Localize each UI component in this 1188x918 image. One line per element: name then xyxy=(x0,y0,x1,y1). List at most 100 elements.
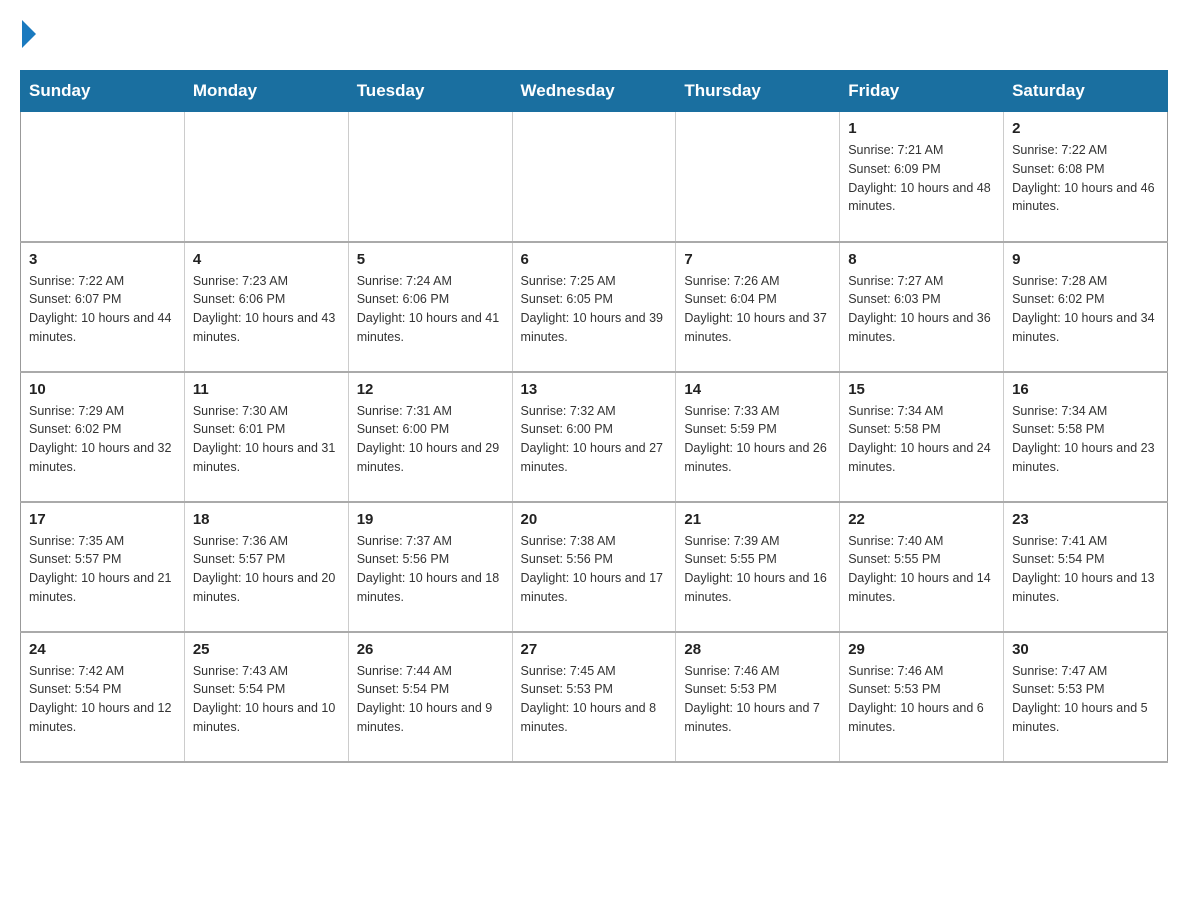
day-number: 16 xyxy=(1012,381,1159,398)
calendar-cell: 28 Sunrise: 7:46 AMSunset: 5:53 PMDayligh… xyxy=(676,632,840,762)
calendar-cell: 21 Sunrise: 7:39 AMSunset: 5:55 PMDayligh… xyxy=(676,502,840,632)
day-number: 15 xyxy=(848,381,995,398)
logo xyxy=(20,20,40,50)
day-info: Sunrise: 7:22 AMSunset: 6:07 PMDaylight:… xyxy=(29,272,176,347)
day-number: 8 xyxy=(848,251,995,268)
day-info: Sunrise: 7:25 AMSunset: 6:05 PMDaylight:… xyxy=(521,272,668,347)
day-number: 23 xyxy=(1012,511,1159,528)
day-info: Sunrise: 7:39 AMSunset: 5:55 PMDaylight:… xyxy=(684,532,831,607)
day-info: Sunrise: 7:38 AMSunset: 5:56 PMDaylight:… xyxy=(521,532,668,607)
header-wednesday: Wednesday xyxy=(512,71,676,112)
calendar-header-row: SundayMondayTuesdayWednesdayThursdayFrid… xyxy=(21,71,1168,112)
day-number: 25 xyxy=(193,641,340,658)
calendar-cell: 30Sunrise: 7:47 AMSunset: 5:53 PMDayligh… xyxy=(1004,632,1168,762)
day-number: 4 xyxy=(193,251,340,268)
logo-triangle-icon xyxy=(22,20,36,48)
day-number: 10 xyxy=(29,381,176,398)
calendar-cell xyxy=(348,112,512,242)
page-header xyxy=(20,20,1168,50)
calendar-cell xyxy=(676,112,840,242)
day-info: Sunrise: 7:34 AMSunset: 5:58 PMDaylight:… xyxy=(848,402,995,477)
day-info: Sunrise: 7:27 AMSunset: 6:03 PMDaylight:… xyxy=(848,272,995,347)
calendar-cell: 7Sunrise: 7:26 AMSunset: 6:04 PMDaylight… xyxy=(676,242,840,372)
calendar-cell: 20 Sunrise: 7:38 AMSunset: 5:56 PMDayligh… xyxy=(512,502,676,632)
day-number: 3 xyxy=(29,251,176,268)
day-info: Sunrise: 7:37 AMSunset: 5:56 PMDaylight:… xyxy=(357,532,504,607)
day-number: 18 xyxy=(193,511,340,528)
calendar-table: SundayMondayTuesdayWednesdayThursdayFrid… xyxy=(20,70,1168,763)
day-number: 29 xyxy=(848,641,995,658)
day-number: 5 xyxy=(357,251,504,268)
week-row-2: 3 Sunrise: 7:22 AMSunset: 6:07 PMDaylight… xyxy=(21,242,1168,372)
day-info: Sunrise: 7:23 AMSunset: 6:06 PMDaylight:… xyxy=(193,272,340,347)
day-info: Sunrise: 7:36 AMSunset: 5:57 PMDaylight:… xyxy=(193,532,340,607)
day-info: Sunrise: 7:46 AMSunset: 5:53 PMDaylight:… xyxy=(848,662,995,737)
day-info: Sunrise: 7:21 AMSunset: 6:09 PMDaylight:… xyxy=(848,141,995,216)
day-info: Sunrise: 7:41 AMSunset: 5:54 PMDaylight:… xyxy=(1012,532,1159,607)
calendar-cell: 2 Sunrise: 7:22 AMSunset: 6:08 PMDaylight… xyxy=(1004,112,1168,242)
calendar-cell: 29 Sunrise: 7:46 AMSunset: 5:53 PMDayligh… xyxy=(840,632,1004,762)
day-info: Sunrise: 7:45 AMSunset: 5:53 PMDaylight:… xyxy=(521,662,668,737)
header-sunday: Sunday xyxy=(21,71,185,112)
calendar-cell xyxy=(21,112,185,242)
header-saturday: Saturday xyxy=(1004,71,1168,112)
week-row-3: 10 Sunrise: 7:29 AMSunset: 6:02 PMDayligh… xyxy=(21,372,1168,502)
calendar-cell: 23 Sunrise: 7:41 AMSunset: 5:54 PMDayligh… xyxy=(1004,502,1168,632)
calendar-cell xyxy=(184,112,348,242)
calendar-cell: 17 Sunrise: 7:35 AMSunset: 5:57 PMDayligh… xyxy=(21,502,185,632)
day-number: 22 xyxy=(848,511,995,528)
day-info: Sunrise: 7:44 AMSunset: 5:54 PMDaylight:… xyxy=(357,662,504,737)
day-info: Sunrise: 7:31 AMSunset: 6:00 PMDaylight:… xyxy=(357,402,504,477)
calendar-cell: 8 Sunrise: 7:27 AMSunset: 6:03 PMDaylight… xyxy=(840,242,1004,372)
day-info: Sunrise: 7:26 AMSunset: 6:04 PMDaylight:… xyxy=(684,272,831,347)
calendar-cell: 19Sunrise: 7:37 AMSunset: 5:56 PMDayligh… xyxy=(348,502,512,632)
day-info: Sunrise: 7:32 AMSunset: 6:00 PMDaylight:… xyxy=(521,402,668,477)
calendar-cell xyxy=(512,112,676,242)
day-number: 26 xyxy=(357,641,504,658)
header-monday: Monday xyxy=(184,71,348,112)
calendar-cell: 15 Sunrise: 7:34 AMSunset: 5:58 PMDayligh… xyxy=(840,372,1004,502)
day-number: 28 xyxy=(684,641,831,658)
week-row-1: 1 Sunrise: 7:21 AMSunset: 6:09 PMDaylight… xyxy=(21,112,1168,242)
week-row-5: 24 Sunrise: 7:42 AMSunset: 5:54 PMDayligh… xyxy=(21,632,1168,762)
calendar-cell: 3 Sunrise: 7:22 AMSunset: 6:07 PMDaylight… xyxy=(21,242,185,372)
day-number: 9 xyxy=(1012,251,1159,268)
day-number: 2 xyxy=(1012,120,1159,137)
calendar-cell: 1 Sunrise: 7:21 AMSunset: 6:09 PMDaylight… xyxy=(840,112,1004,242)
calendar-cell: 18 Sunrise: 7:36 AMSunset: 5:57 PMDayligh… xyxy=(184,502,348,632)
day-info: Sunrise: 7:46 AMSunset: 5:53 PMDaylight:… xyxy=(684,662,831,737)
day-number: 24 xyxy=(29,641,176,658)
day-number: 1 xyxy=(848,120,995,137)
day-number: 27 xyxy=(521,641,668,658)
day-number: 14 xyxy=(684,381,831,398)
header-tuesday: Tuesday xyxy=(348,71,512,112)
calendar-cell: 27 Sunrise: 7:45 AMSunset: 5:53 PMDayligh… xyxy=(512,632,676,762)
calendar-cell: 26 Sunrise: 7:44 AMSunset: 5:54 PMDayligh… xyxy=(348,632,512,762)
calendar-cell: 4 Sunrise: 7:23 AMSunset: 6:06 PMDaylight… xyxy=(184,242,348,372)
day-info: Sunrise: 7:29 AMSunset: 6:02 PMDaylight:… xyxy=(29,402,176,477)
calendar-cell: 24 Sunrise: 7:42 AMSunset: 5:54 PMDayligh… xyxy=(21,632,185,762)
calendar-cell: 25 Sunrise: 7:43 AMSunset: 5:54 PMDayligh… xyxy=(184,632,348,762)
calendar-cell: 22 Sunrise: 7:40 AMSunset: 5:55 PMDayligh… xyxy=(840,502,1004,632)
day-info: Sunrise: 7:24 AMSunset: 6:06 PMDaylight:… xyxy=(357,272,504,347)
day-info: Sunrise: 7:22 AMSunset: 6:08 PMDaylight:… xyxy=(1012,141,1159,216)
day-info: Sunrise: 7:47 AMSunset: 5:53 PMDaylight:… xyxy=(1012,662,1159,737)
week-row-4: 17 Sunrise: 7:35 AMSunset: 5:57 PMDayligh… xyxy=(21,502,1168,632)
day-number: 21 xyxy=(684,511,831,528)
day-info: Sunrise: 7:34 AMSunset: 5:58 PMDaylight:… xyxy=(1012,402,1159,477)
header-thursday: Thursday xyxy=(676,71,840,112)
calendar-cell: 14Sunrise: 7:33 AMSunset: 5:59 PMDayligh… xyxy=(676,372,840,502)
day-info: Sunrise: 7:35 AMSunset: 5:57 PMDaylight:… xyxy=(29,532,176,607)
day-info: Sunrise: 7:42 AMSunset: 5:54 PMDaylight:… xyxy=(29,662,176,737)
day-number: 6 xyxy=(521,251,668,268)
header-friday: Friday xyxy=(840,71,1004,112)
day-info: Sunrise: 7:28 AMSunset: 6:02 PMDaylight:… xyxy=(1012,272,1159,347)
day-info: Sunrise: 7:40 AMSunset: 5:55 PMDaylight:… xyxy=(848,532,995,607)
day-number: 11 xyxy=(193,381,340,398)
day-number: 20 xyxy=(521,511,668,528)
day-info: Sunrise: 7:43 AMSunset: 5:54 PMDaylight:… xyxy=(193,662,340,737)
calendar-cell: 6 Sunrise: 7:25 AMSunset: 6:05 PMDaylight… xyxy=(512,242,676,372)
calendar-cell: 10 Sunrise: 7:29 AMSunset: 6:02 PMDayligh… xyxy=(21,372,185,502)
day-number: 12 xyxy=(357,381,504,398)
day-number: 17 xyxy=(29,511,176,528)
